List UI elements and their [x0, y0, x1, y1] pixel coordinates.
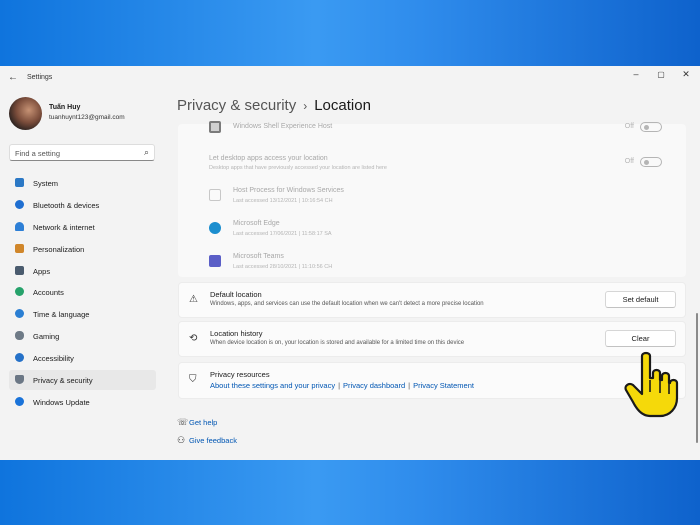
avatar: [9, 97, 42, 130]
app-name: Microsoft Edge: [233, 220, 280, 227]
app-icon: [209, 121, 221, 133]
search-placeholder: Find a setting: [15, 149, 61, 158]
privacy-links: About these settings and your privacy | Pr…: [210, 381, 474, 390]
window-title: Settings: [27, 74, 53, 81]
sidebar-item-label: Time & language: [33, 310, 90, 320]
desktop-wallpaper-top: [0, 0, 700, 66]
shield-icon: ⛉: [189, 374, 197, 385]
hand-pointer-icon: [624, 351, 679, 418]
sidebar-item-label: Personalization: [33, 244, 85, 254]
desktop-apps-desc: Desktop apps that have previously access…: [209, 165, 387, 171]
sidebar-item-personalization[interactable]: Personalization: [9, 239, 156, 259]
network-icon: [15, 221, 24, 231]
user-email: tuanhuynt123@gmail.com: [49, 114, 125, 121]
sidebar-item-system[interactable]: System: [9, 173, 156, 193]
get-help-label: Get help: [189, 418, 218, 427]
location-history-card: ⟲ Location history When device location …: [178, 321, 686, 357]
apps-icon: [15, 265, 24, 275]
settings-window: ← Settings – ▢ ✕ Tuấn Huy tuanhuynt123@g…: [0, 66, 700, 460]
sidebar-item-accounts[interactable]: Accounts: [9, 282, 156, 302]
default-location-card: ⚠ Default location Windows, apps, and se…: [178, 282, 686, 318]
sidebar-item-apps[interactable]: Apps: [9, 261, 156, 281]
about-settings-link[interactable]: About these settings and your privacy: [210, 381, 335, 390]
desktop-apps-title: Let desktop apps access your location: [209, 155, 328, 162]
user-profile[interactable]: Tuấn Huy tuanhuynt123@gmail.com: [9, 97, 159, 131]
breadcrumb: Privacy & security › Location: [177, 97, 371, 114]
title-bar: ← Settings – ▢ ✕: [0, 66, 700, 90]
sidebar-item-privacy-security[interactable]: Privacy & security: [9, 370, 156, 391]
app-last-accessed: Last accessed 13/12/2021 | 10:16:54 CH: [233, 198, 333, 204]
search-input[interactable]: Find a setting ⌕: [9, 144, 155, 161]
clear-button[interactable]: Clear: [605, 330, 676, 347]
help-icon: ☏: [177, 417, 189, 427]
give-feedback-label: Give feedback: [189, 436, 237, 445]
teams-icon: [209, 255, 221, 267]
close-icon[interactable]: ✕: [679, 69, 693, 80]
sidebar-item-windows-update[interactable]: Windows Update: [9, 392, 156, 412]
app-name: Host Process for Windows Services: [233, 187, 344, 194]
sidebar-item-label: Windows Update: [33, 397, 90, 407]
app-permissions-list: Windows Shell Experience Host Off Let de…: [178, 121, 686, 277]
privacy-dashboard-link[interactable]: Privacy dashboard: [343, 381, 405, 390]
card-title: Privacy resources: [210, 370, 270, 379]
accessibility-icon: [15, 353, 24, 363]
brush-icon: [15, 243, 24, 253]
sidebar-item-time-language[interactable]: Time & language: [9, 304, 156, 324]
file-icon: [209, 189, 221, 201]
history-icon: ⟲: [189, 333, 198, 344]
shield-icon: [15, 375, 24, 385]
set-default-button[interactable]: Set default: [605, 291, 676, 308]
toggle-state-label: Off: [624, 158, 634, 165]
sidebar-nav: System Bluetooth & devices Network & int…: [9, 173, 156, 414]
app-last-accessed: Last accessed 28/10/2021 | 11:10:56 CH: [233, 264, 333, 270]
sidebar-item-label: Gaming: [33, 332, 60, 342]
accounts-icon: [15, 287, 24, 297]
sidebar-item-label: Accounts: [33, 288, 64, 298]
card-title: Location history: [210, 329, 263, 338]
card-description: When device location is on, your locatio…: [210, 340, 465, 346]
sidebar-item-gaming[interactable]: Gaming: [9, 326, 156, 346]
sidebar-item-label: Privacy & security: [33, 376, 93, 386]
privacy-statement-link[interactable]: Privacy Statement: [413, 381, 474, 390]
app-name: Windows Shell Experience Host: [233, 123, 333, 130]
gaming-icon: [15, 331, 24, 341]
back-arrow-icon[interactable]: ←: [8, 72, 18, 83]
search-icon: ⌕: [143, 147, 149, 157]
sidebar-item-label: Bluetooth & devices: [33, 200, 100, 210]
location-pin-icon: ⚠: [189, 294, 198, 305]
sidebar-item-label: Network & internet: [33, 222, 95, 232]
sidebar-item-network[interactable]: Network & internet: [9, 217, 156, 237]
edge-icon: [209, 222, 221, 234]
card-description: Windows, apps, and services can use the …: [210, 301, 484, 307]
sidebar-item-label: System: [33, 179, 59, 188]
desktop-apps-toggle[interactable]: [640, 157, 662, 167]
user-name: Tuấn Huy: [49, 104, 81, 111]
toggle-state-label: Off: [624, 123, 634, 130]
page-title: Location: [314, 97, 371, 114]
sidebar-item-label: Apps: [33, 266, 51, 276]
feedback-icon: ⚇: [177, 435, 186, 445]
scrollbar[interactable]: [696, 313, 698, 443]
get-help-link[interactable]: ☏Get help: [177, 417, 217, 428]
breadcrumb-separator: ›: [303, 99, 308, 113]
breadcrumb-parent[interactable]: Privacy & security: [177, 97, 296, 114]
sidebar-item-accessibility[interactable]: Accessibility: [9, 348, 156, 368]
minimize-icon[interactable]: –: [629, 69, 643, 79]
card-title: Default location: [210, 290, 262, 299]
update-icon: [15, 396, 24, 406]
sidebar-item-label: Accessibility: [33, 354, 74, 364]
desktop-wallpaper-bottom: [0, 460, 700, 525]
sidebar-item-bluetooth[interactable]: Bluetooth & devices: [9, 195, 156, 215]
system-icon: [15, 178, 24, 187]
app-last-accessed: Last accessed 17/06/2021 | 11:58:17 SA: [233, 231, 332, 237]
link-separator: |: [338, 381, 341, 390]
maximize-icon[interactable]: ▢: [654, 70, 668, 79]
privacy-resources-card: ⛉ Privacy resources About these settings…: [178, 362, 686, 399]
globe-icon: [15, 309, 24, 319]
bluetooth-icon: [15, 199, 24, 209]
give-feedback-link[interactable]: ⚇ Give feedback: [177, 435, 237, 446]
link-separator: |: [408, 381, 411, 390]
location-toggle[interactable]: [640, 122, 662, 132]
app-name: Microsoft Teams: [233, 253, 284, 260]
